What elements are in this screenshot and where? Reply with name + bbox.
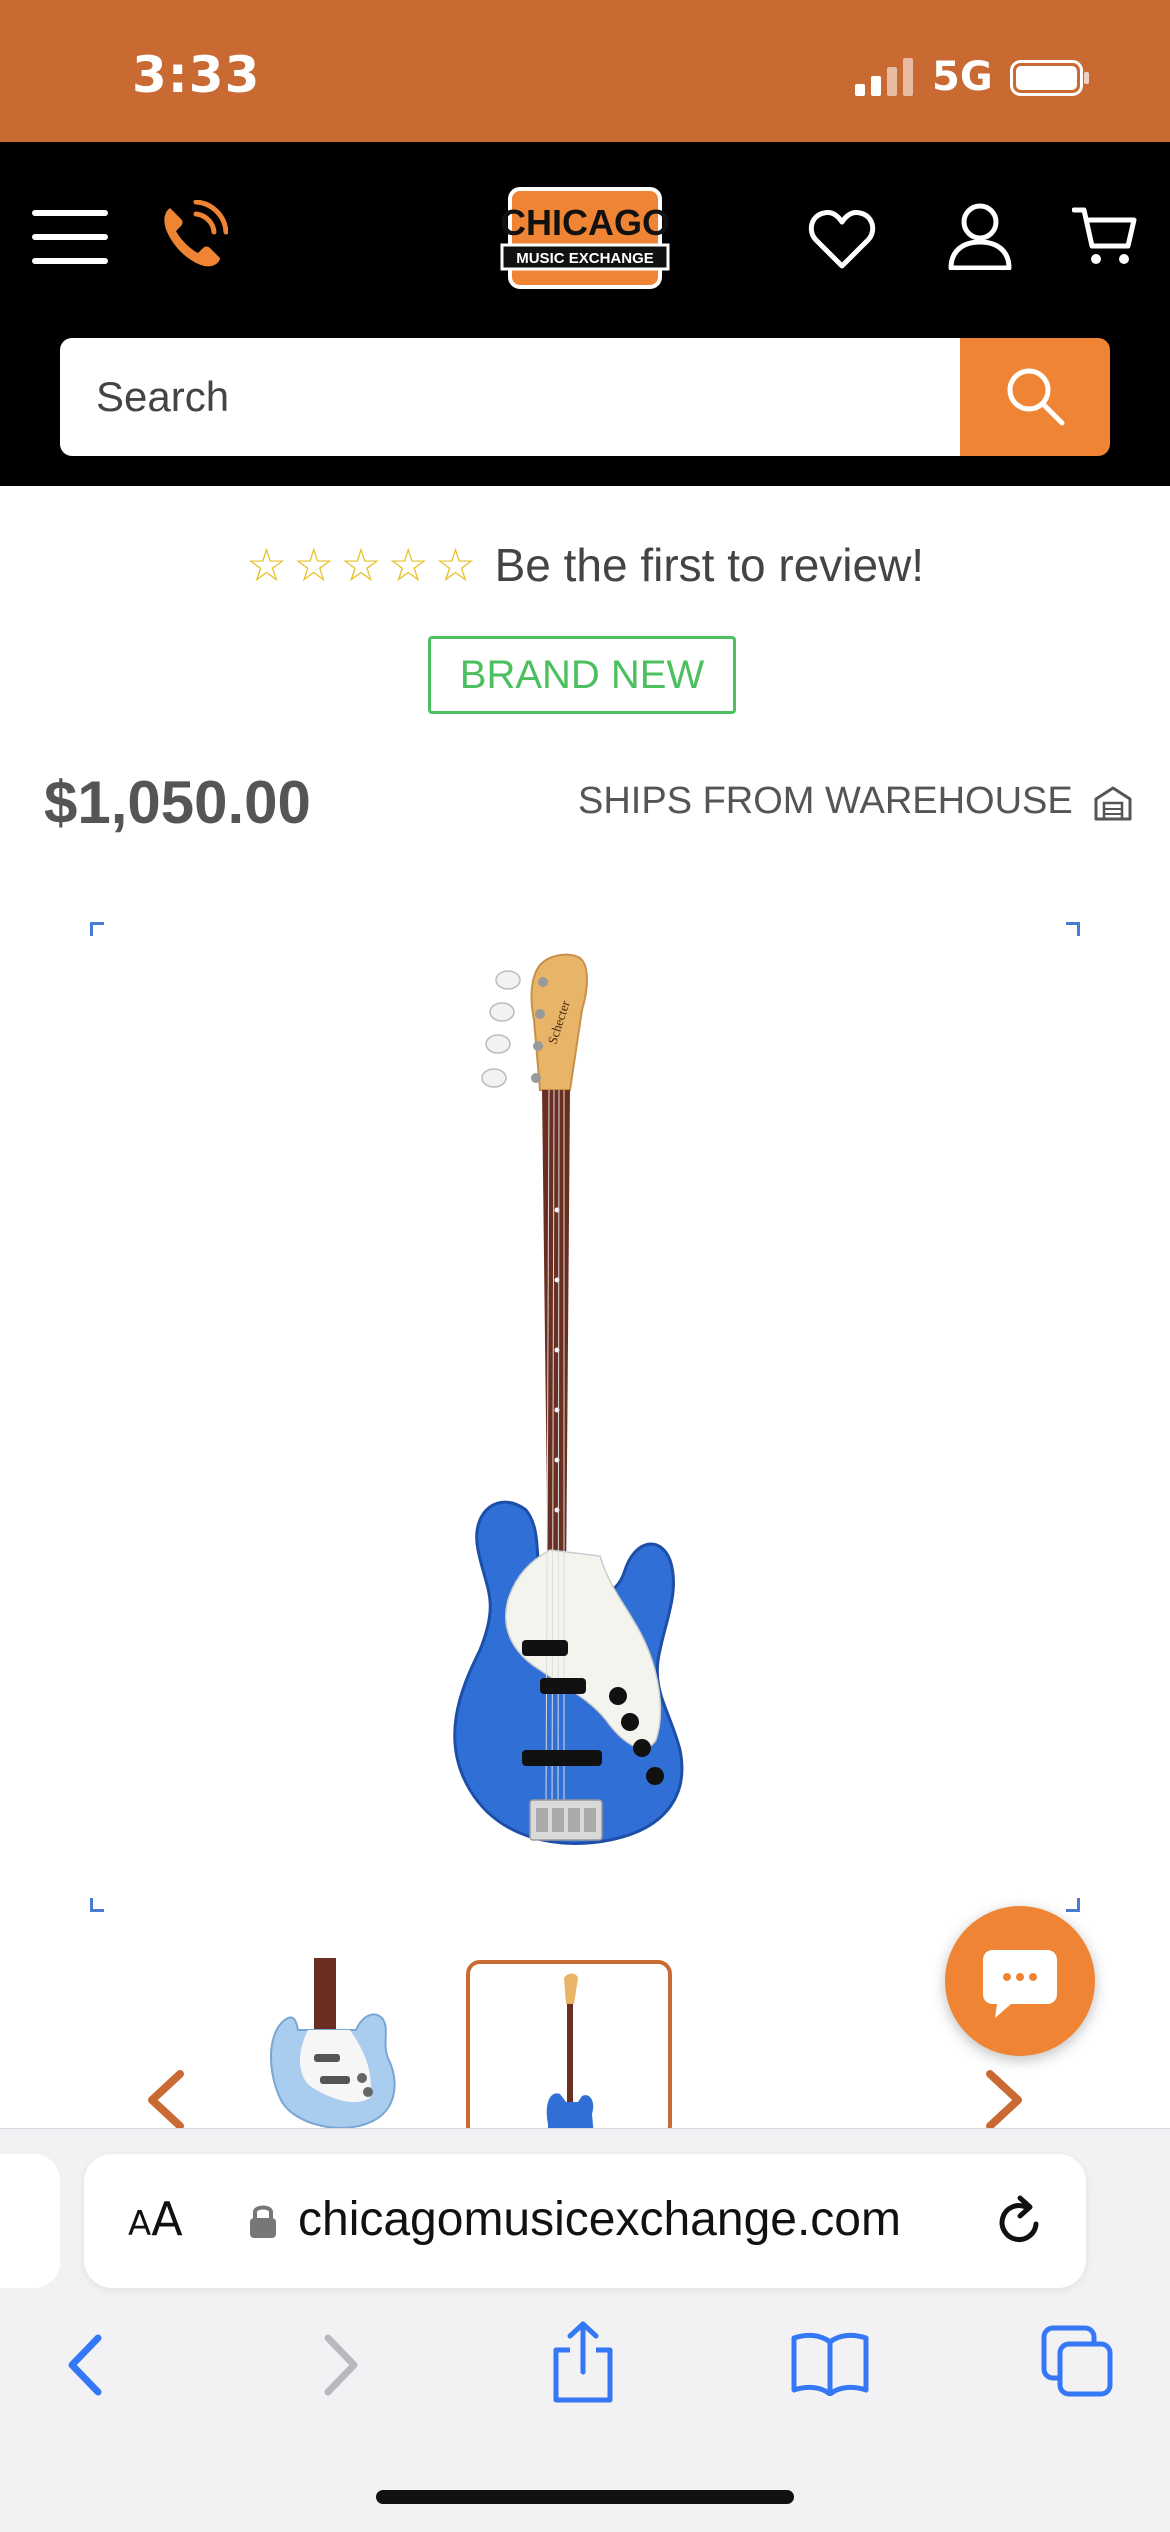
product-image-frame[interactable]: Schecter	[90, 922, 1080, 1912]
frame-corner	[90, 1898, 104, 1912]
bookmarks-icon[interactable]	[790, 2328, 870, 2396]
app-root: 3:33 5G CHICAGO MUSIC EXCHANGE Search ☆☆…	[0, 0, 1170, 2532]
search-field[interactable]	[60, 338, 960, 456]
status-time: 3:33	[132, 46, 261, 104]
thumbnail-image	[270, 1958, 396, 2129]
thumbnail-2-selected[interactable]	[466, 1960, 672, 2140]
chevron-left-icon[interactable]	[140, 2068, 190, 2132]
menu-icon[interactable]	[32, 208, 108, 266]
previous-tab-preview[interactable]	[0, 2154, 60, 2288]
cart-icon[interactable]	[1072, 204, 1138, 268]
thumbnail-image	[546, 1973, 594, 2136]
shipping-info: SHIPS FROM WAREHOUSE	[578, 780, 1133, 823]
thumbnail-1[interactable]	[258, 1958, 408, 2130]
chat-button[interactable]	[945, 1906, 1095, 2056]
frame-corner	[1066, 1898, 1080, 1912]
shipping-label: SHIPS FROM WAREHOUSE	[578, 780, 1073, 822]
heart-icon[interactable]	[808, 208, 876, 270]
chevron-right-icon[interactable]	[980, 2068, 1030, 2132]
tabs-icon[interactable]	[1040, 2324, 1114, 2398]
search-button[interactable]	[960, 338, 1110, 456]
status-bar: 3:33 5G	[0, 0, 1170, 142]
review-prompt[interactable]: Be the first to review!	[495, 538, 925, 592]
user-icon[interactable]	[948, 202, 1012, 270]
warehouse-icon	[1094, 786, 1132, 821]
search-input[interactable]	[60, 338, 960, 456]
battery-icon	[1010, 60, 1089, 96]
lock-icon	[250, 2205, 276, 2238]
share-icon[interactable]	[548, 2320, 618, 2404]
logo-text-sub: MUSIC EXCHANGE	[516, 250, 654, 267]
home-indicator[interactable]	[376, 2490, 794, 2504]
chat-icon	[983, 1950, 1057, 2018]
frame-corner	[90, 922, 104, 936]
forward-icon[interactable]	[312, 2330, 368, 2400]
logo-text-main: CHICAGO	[500, 202, 670, 243]
text-size-small-a: A	[128, 2204, 152, 2244]
text-size-large-a: A	[151, 2192, 183, 2246]
back-icon[interactable]	[58, 2330, 114, 2400]
search-icon	[1007, 368, 1065, 426]
bass-guitar-image: Schecter	[453, 953, 684, 1845]
url-text[interactable]: chicagomusicexchange.com	[298, 2192, 958, 2247]
phone-icon[interactable]	[158, 200, 228, 270]
frame-corner	[1066, 922, 1080, 936]
network-label: 5G	[932, 54, 993, 100]
review-summary[interactable]: ☆☆☆☆☆ Be the first to review!	[0, 538, 1170, 598]
rating-stars: ☆☆☆☆☆	[245, 538, 483, 592]
product-price: $1,050.00	[44, 769, 311, 836]
condition-badge: BRAND NEW	[428, 636, 736, 714]
text-size-button[interactable]: AA	[128, 2192, 183, 2246]
signal-icon	[855, 58, 913, 96]
brand-logo[interactable]: CHICAGO MUSIC EXCHANGE	[500, 185, 670, 291]
reload-icon[interactable]	[992, 2194, 1048, 2250]
